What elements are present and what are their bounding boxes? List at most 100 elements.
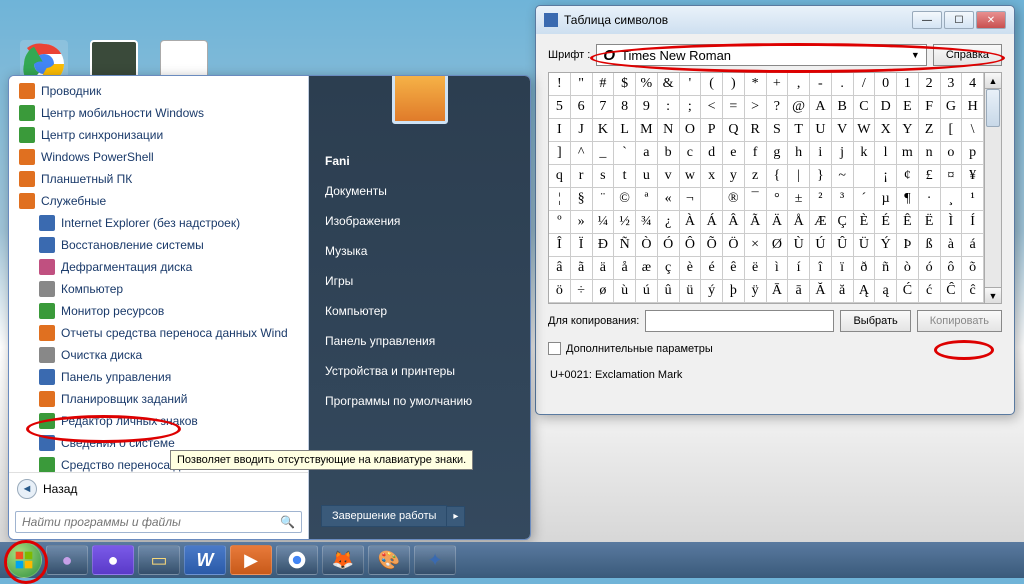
program-item[interactable]: Панель управления: [11, 366, 306, 388]
taskbar-explorer-icon[interactable]: ▭: [138, 545, 180, 575]
char-cell[interactable]: ø: [593, 280, 615, 303]
char-cell[interactable]: d: [701, 142, 723, 165]
start-right-item[interactable]: Программы по умолчанию: [309, 386, 530, 416]
char-cell[interactable]: f: [745, 142, 767, 165]
program-item[interactable]: Internet Explorer (без надстроек): [11, 212, 306, 234]
char-cell[interactable]: æ: [636, 257, 658, 280]
char-cell[interactable]: Ą: [854, 280, 876, 303]
char-scrollbar[interactable]: ▲ ▼: [984, 73, 1001, 303]
char-cell[interactable]: 3: [941, 73, 963, 96]
char-cell[interactable]: 0: [875, 73, 897, 96]
char-cell[interactable]: S: [767, 119, 789, 142]
taskbar-chrome-icon[interactable]: [276, 545, 318, 575]
char-cell[interactable]: T: [788, 119, 810, 142]
char-cell[interactable]: s: [593, 165, 615, 188]
char-cell[interactable]: Ø: [767, 234, 789, 257]
char-cell[interactable]: &: [658, 73, 680, 96]
char-cell[interactable]: ÷: [571, 280, 593, 303]
char-cell[interactable]: ê: [723, 257, 745, 280]
back-nav[interactable]: ◄ Назад: [9, 472, 308, 505]
char-cell[interactable]: *: [745, 73, 767, 96]
char-cell[interactable]: ¨: [593, 188, 615, 211]
char-cell[interactable]: V: [832, 119, 854, 142]
char-cell[interactable]: î: [810, 257, 832, 280]
char-cell[interactable]: %: [636, 73, 658, 96]
font-dropdown[interactable]: O Times New Roman ▼: [596, 44, 927, 66]
char-cell[interactable]: p: [962, 142, 984, 165]
char-cell[interactable]: m: [897, 142, 919, 165]
program-item[interactable]: Дефрагментация диска: [11, 256, 306, 278]
char-cell[interactable]: w: [680, 165, 702, 188]
close-button[interactable]: ✕: [976, 11, 1006, 29]
char-cell[interactable]: ]: [549, 142, 571, 165]
char-cell[interactable]: .: [832, 73, 854, 96]
char-cell[interactable]: \: [962, 119, 984, 142]
char-cell[interactable]: ö: [549, 280, 571, 303]
char-cell[interactable]: H: [962, 96, 984, 119]
char-cell[interactable]: Y: [897, 119, 919, 142]
program-item[interactable]: Редактор личных знаков: [11, 410, 306, 432]
char-cell[interactable]: Î: [549, 234, 571, 257]
program-item[interactable]: Служебные: [11, 190, 306, 212]
char-cell[interactable]: 4: [962, 73, 984, 96]
char-cell[interactable]: 1: [897, 73, 919, 96]
char-cell[interactable]: ·: [919, 188, 941, 211]
char-cell[interactable]: §: [571, 188, 593, 211]
char-cell[interactable]: _: [593, 142, 615, 165]
select-button[interactable]: Выбрать: [840, 310, 910, 332]
char-cell[interactable]: Â: [723, 211, 745, 234]
char-cell[interactable]: ĉ: [962, 280, 984, 303]
char-cell[interactable]: û: [658, 280, 680, 303]
scroll-up-icon[interactable]: ▲: [985, 73, 1001, 89]
char-cell[interactable]: ą: [875, 280, 897, 303]
char-cell[interactable]: K: [593, 119, 615, 142]
help-button[interactable]: Справка: [933, 44, 1002, 66]
char-cell[interactable]: Ć: [897, 280, 919, 303]
char-cell[interactable]: ú: [636, 280, 658, 303]
char-cell[interactable]: /: [854, 73, 876, 96]
start-right-item[interactable]: Устройства и принтеры: [309, 356, 530, 386]
char-cell[interactable]: ï: [832, 257, 854, 280]
char-cell[interactable]: ¾: [636, 211, 658, 234]
char-cell[interactable]: 2: [919, 73, 941, 96]
char-cell[interactable]: Ó: [658, 234, 680, 257]
char-cell[interactable]: a: [636, 142, 658, 165]
char-cell[interactable]: ¶: [897, 188, 919, 211]
char-cell[interactable]: º: [549, 211, 571, 234]
program-item[interactable]: Проводник: [11, 80, 306, 102]
char-cell[interactable]: Û: [832, 234, 854, 257]
char-cell[interactable]: ¡: [875, 165, 897, 188]
start-right-item[interactable]: Компьютер: [309, 296, 530, 326]
char-cell[interactable]: À: [680, 211, 702, 234]
start-right-item[interactable]: Игры: [309, 266, 530, 296]
taskbar-voice-icon[interactable]: ●: [92, 545, 134, 575]
program-item[interactable]: Отчеты средства переноса данных Wind: [11, 322, 306, 344]
taskbar-word-icon[interactable]: W: [184, 545, 226, 575]
program-list[interactable]: ПроводникЦентр мобильности WindowsЦентр …: [9, 76, 308, 472]
char-cell[interactable]: A: [810, 96, 832, 119]
char-cell[interactable]: g: [767, 142, 789, 165]
char-cell[interactable]: !: [549, 73, 571, 96]
char-cell[interactable]: Á: [701, 211, 723, 234]
char-cell[interactable]: é: [701, 257, 723, 280]
char-cell[interactable]: ª: [636, 188, 658, 211]
char-cell[interactable]: R: [745, 119, 767, 142]
char-cell[interactable]: -: [810, 73, 832, 96]
char-cell[interactable]: ': [680, 73, 702, 96]
char-cell[interactable]: Z: [919, 119, 941, 142]
char-cell[interactable]: `: [614, 142, 636, 165]
char-cell[interactable]: °: [767, 188, 789, 211]
char-cell[interactable]: C: [854, 96, 876, 119]
char-cell[interactable]: ý: [701, 280, 723, 303]
char-cell[interactable]: I: [549, 119, 571, 142]
char-cell[interactable]: <: [701, 96, 723, 119]
char-cell[interactable]: U: [810, 119, 832, 142]
char-cell[interactable]: ÿ: [745, 280, 767, 303]
char-cell[interactable]: ©: [614, 188, 636, 211]
char-cell[interactable]: Q: [723, 119, 745, 142]
char-cell[interactable]: ­: [701, 188, 723, 211]
char-cell[interactable]: Ò: [636, 234, 658, 257]
char-cell[interactable]: ´: [854, 188, 876, 211]
char-cell[interactable]: k: [854, 142, 876, 165]
search-box[interactable]: 🔍: [15, 511, 302, 533]
